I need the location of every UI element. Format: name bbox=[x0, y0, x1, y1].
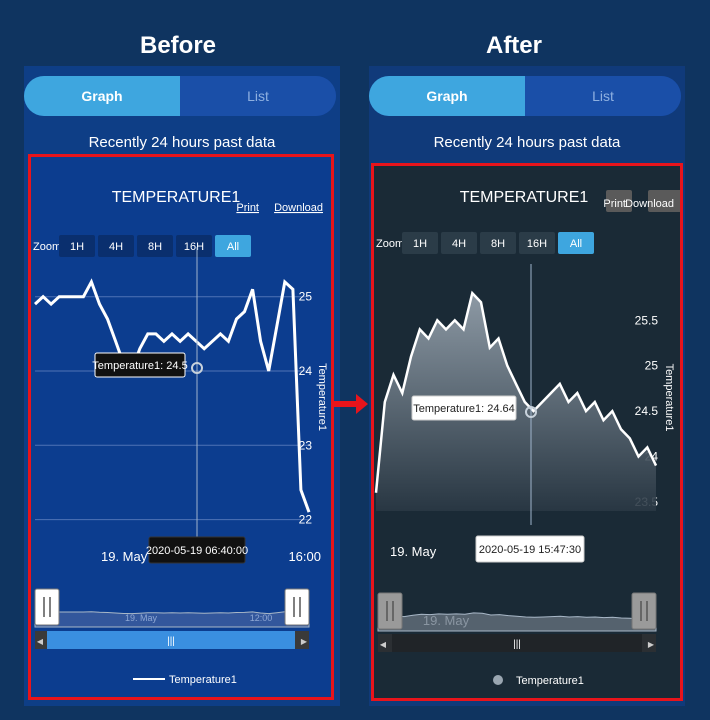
scrollbar-grip-icon: ||| bbox=[513, 639, 521, 650]
zoom-button-label: 4H bbox=[109, 241, 123, 253]
navigator-label: 19. May bbox=[423, 613, 470, 628]
print-link[interactable]: Print bbox=[236, 202, 259, 214]
scroll-right-icon[interactable]: ▶ bbox=[648, 640, 655, 649]
navigator-label: 19. May bbox=[125, 613, 158, 623]
before-heading: Before bbox=[139, 32, 217, 59]
tab-list[interactable]: List bbox=[525, 76, 681, 116]
y-axis-label: Temperature1 bbox=[663, 364, 675, 432]
tab-graph[interactable]: Graph bbox=[369, 76, 525, 116]
y-tick-label: 25.5 bbox=[635, 313, 659, 327]
tab-bar: Graph List bbox=[24, 76, 336, 116]
zoom-button-label: 1H bbox=[413, 238, 427, 250]
after-panel: Graph List Recently 24 hours past data T… bbox=[369, 66, 694, 706]
x-tick-label: 19. May bbox=[390, 544, 437, 559]
after-heading: After bbox=[485, 32, 542, 59]
scrollbar-grip-icon: ||| bbox=[167, 636, 175, 647]
tab-list[interactable]: List bbox=[180, 76, 336, 116]
series-line-temperature1 bbox=[33, 278, 311, 513]
legend-marker bbox=[493, 675, 503, 685]
y-tick-label: 24 bbox=[299, 364, 313, 378]
arrow-icon bbox=[334, 394, 368, 414]
tooltip-text: Temperature1: 24.64 bbox=[413, 403, 515, 415]
zoom-button-label: All bbox=[227, 241, 239, 253]
before-panel: Graph List Recently 24 hours past data T… bbox=[24, 66, 340, 706]
x-tick-label: 19. May bbox=[101, 549, 148, 564]
zoom-button-label: 16H bbox=[184, 241, 204, 253]
navigator-label: 12:00 bbox=[250, 613, 273, 623]
navigator-handle-right[interactable] bbox=[631, 592, 657, 630]
zoom-button-label: 4H bbox=[452, 238, 466, 250]
zoom-button-label: 1H bbox=[70, 241, 84, 253]
print-link[interactable]: Print bbox=[603, 198, 626, 210]
y-tick-label: 25 bbox=[299, 290, 313, 304]
before-chart: TEMPERATURE1Print Download Zoom 1H 4H 8H 16H Al… bbox=[33, 189, 328, 686]
download-link[interactable]: Download bbox=[625, 198, 674, 210]
y-tick-label: 25 bbox=[645, 359, 659, 373]
navigator-handle-right[interactable] bbox=[284, 588, 310, 626]
zoom-button-label: 8H bbox=[148, 241, 162, 253]
download-link[interactable]: Download bbox=[274, 202, 323, 214]
scroll-left-icon[interactable]: ◀ bbox=[37, 637, 44, 646]
x-tick-label: 16:00 bbox=[288, 549, 321, 564]
scroll-right-icon[interactable]: ▶ bbox=[301, 637, 308, 646]
after-chart: TEMPERATURE1 Print Download Zoom 1H 4H 8H 16H Al… bbox=[374, 189, 694, 687]
zoom-label: Zoom bbox=[376, 238, 404, 250]
zoom-button-label: 8H bbox=[491, 238, 505, 250]
scroll-left-icon[interactable]: ◀ bbox=[380, 640, 387, 649]
subtitle: Recently 24 hours past data bbox=[88, 134, 276, 151]
tooltip-text: Temperature1: 24.5 bbox=[92, 360, 187, 372]
navigator-handle-left[interactable] bbox=[34, 588, 60, 626]
legend-item-temperature1[interactable]: Temperature1 bbox=[169, 674, 237, 686]
tab-graph[interactable]: Graph bbox=[24, 76, 180, 116]
zoom-button-label: 16H bbox=[527, 238, 547, 250]
legend-item-temperature1[interactable]: Temperature1 bbox=[516, 675, 584, 687]
chart-title: TEMPERATURE1 bbox=[112, 189, 241, 206]
y-axis-label: Temperature1 bbox=[316, 363, 328, 431]
y-tick-label: 24.5 bbox=[635, 404, 659, 418]
tab-bar: Graph List bbox=[369, 76, 681, 116]
crosshair-label: 2020-05-19 15:47:30 bbox=[479, 544, 581, 556]
y-tick-label: 22 bbox=[299, 513, 313, 527]
highlight-frame: TEMPERATURE1 Print Download Zoom 1H 4H 8H 16H Al… bbox=[28, 154, 334, 700]
zoom-button-label: All bbox=[570, 238, 582, 250]
subtitle: Recently 24 hours past data bbox=[433, 134, 621, 151]
crosshair-label: 2020-05-19 06:40:00 bbox=[146, 545, 248, 557]
highlight-frame: TEMPERATURE1 Print Download Zoom 1H 4H 8H 16H Al… bbox=[371, 163, 694, 701]
chart-title: TEMPERATURE1 bbox=[460, 189, 589, 206]
zoom-label: Zoom bbox=[33, 241, 61, 253]
navigator-handle-left[interactable] bbox=[377, 592, 403, 630]
